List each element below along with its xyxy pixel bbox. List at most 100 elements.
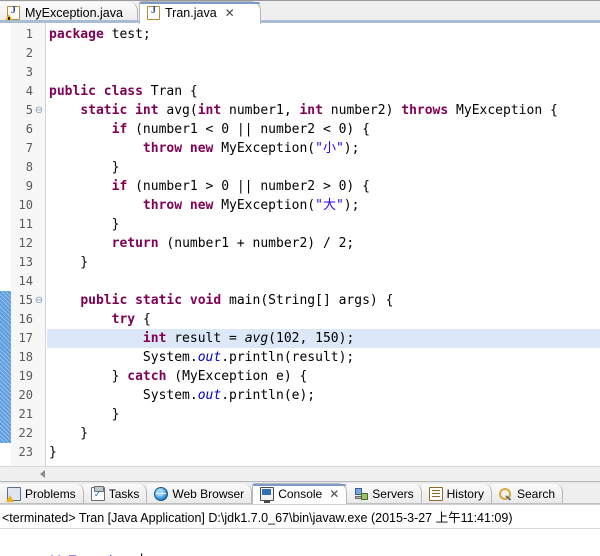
- code-token: catch: [127, 369, 175, 384]
- view-tab-problems[interactable]: Problems: [0, 484, 84, 504]
- line-number: 21: [18, 407, 33, 421]
- console-panel[interactable]: <terminated> Tran [Java Application] D:\…: [0, 504, 600, 556]
- view-tab-label: Console: [278, 487, 323, 501]
- code-token: number2): [330, 103, 402, 118]
- line-number: 5: [25, 103, 33, 117]
- code-line[interactable]: } catch (MyException e) {: [47, 367, 600, 386]
- code-line[interactable]: }: [47, 215, 600, 234]
- line-number: 13: [18, 255, 33, 269]
- code-token: if: [111, 179, 136, 194]
- code-line[interactable]: try {: [47, 310, 600, 329]
- line-number: 10: [18, 198, 33, 212]
- code-line[interactable]: static int avg(int number1, int number2)…: [47, 101, 600, 120]
- fold-collapse-icon[interactable]: ⊖: [34, 291, 44, 310]
- code-token: result =: [174, 331, 245, 346]
- code-line[interactable]: System.out.println(result);: [47, 348, 600, 367]
- line-number: 9: [25, 179, 33, 193]
- code-line[interactable]: [47, 272, 600, 291]
- code-token: .println(result);: [221, 350, 355, 365]
- code-token: );: [343, 141, 360, 156]
- source-code[interactable]: package test; public class Tran { static …: [47, 23, 600, 466]
- code-token: }: [49, 445, 57, 460]
- code-token: MyException(: [221, 198, 316, 213]
- code-token: avg: [244, 331, 269, 346]
- code-line[interactable]: }: [47, 158, 600, 177]
- code-line[interactable]: if (number1 > 0 || number2 > 0) {: [47, 177, 600, 196]
- code-token: "大": [315, 198, 344, 213]
- code-token: test;: [111, 27, 151, 42]
- code-line[interactable]: public static void main(String[] args) {: [47, 291, 600, 310]
- line-number: 1: [25, 27, 33, 41]
- code-token: }: [49, 160, 120, 175]
- code-token: MyException(: [221, 141, 316, 156]
- web-browser-icon: [154, 487, 169, 501]
- view-tab-bar: Problems Tasks Web Browser Console ✕ Servers H…: [0, 483, 600, 504]
- code-line[interactable]: System.out.println(e);: [47, 386, 600, 405]
- code-line[interactable]: }: [47, 405, 600, 424]
- editor-horizontal-scrollbar[interactable]: [0, 466, 600, 481]
- code-line[interactable]: if (number1 < 0 || number2 < 0) {: [47, 120, 600, 139]
- close-icon[interactable]: ✕: [329, 488, 339, 500]
- code-token: Tran {: [150, 84, 198, 99]
- code-token: if: [111, 122, 136, 137]
- code-token: int: [142, 331, 175, 346]
- code-line[interactable]: throw new MyException("大");: [47, 196, 600, 215]
- view-tab-label: Servers: [372, 487, 414, 501]
- code-token: avg(: [166, 103, 198, 118]
- editor-tab-label: MyException.java: [25, 6, 123, 20]
- code-token: (number1 < 0 || number2 < 0) {: [135, 122, 370, 137]
- code-line[interactable]: int result = avg(102, 150);: [47, 329, 600, 348]
- editor-tab-tran[interactable]: Tran.java ✕: [139, 1, 261, 24]
- code-line[interactable]: [47, 44, 600, 63]
- code-line[interactable]: }: [47, 424, 600, 443]
- line-number: 12: [18, 236, 33, 250]
- code-token: System.: [49, 350, 198, 365]
- code-line[interactable]: [47, 63, 600, 82]
- code-line[interactable]: public class Tran {: [47, 82, 600, 101]
- code-token: }: [49, 255, 89, 270]
- code-token: throws: [401, 103, 457, 118]
- code-token: static int: [80, 103, 167, 118]
- code-token: int: [197, 103, 230, 118]
- line-number: 15: [18, 293, 33, 307]
- view-tab-label: History: [446, 487, 484, 501]
- fold-collapse-icon[interactable]: ⊖: [34, 101, 44, 120]
- code-token: "小": [315, 141, 344, 156]
- code-editor[interactable]: 1 2 3 4 5 ⊖ 6 7 8 9 10 11 12 13 14 15 ⊖ 16 17 18 19 20 21 22 23 …: [0, 23, 600, 466]
- view-tab-label: Tasks: [108, 487, 140, 501]
- code-line[interactable]: }: [47, 443, 600, 462]
- line-number: 14: [18, 274, 33, 288]
- line-number-gutter: 1 2 3 4 5 ⊖ 6 7 8 9 10 11 12 13 14 15 ⊖ 16 17 18 19 20 21 22 23: [11, 23, 46, 466]
- line-number: 16: [18, 312, 33, 326]
- code-line[interactable]: package test;: [47, 25, 600, 44]
- code-token: number1,: [229, 103, 300, 118]
- view-tab-search[interactable]: Search: [491, 484, 563, 504]
- code-line[interactable]: return (number1 + number2) / 2;: [47, 234, 600, 253]
- line-number: 23: [18, 445, 33, 459]
- editor-tab-label: Tran.java: [165, 6, 217, 20]
- line-number: 20: [18, 388, 33, 402]
- code-line[interactable]: }: [47, 253, 600, 272]
- java-file-warning-icon: [5, 5, 20, 21]
- line-number: 17: [18, 331, 33, 345]
- code-line[interactable]: throw new MyException("小");: [47, 139, 600, 158]
- view-tab-history[interactable]: History: [421, 484, 492, 504]
- view-tab-servers[interactable]: Servers: [347, 484, 422, 504]
- view-tab-console[interactable]: Console ✕: [252, 483, 348, 504]
- line-number: 19: [18, 369, 33, 383]
- view-tab-web-browser[interactable]: Web Browser: [147, 484, 253, 504]
- code-token: .println(e);: [221, 388, 316, 403]
- view-tab-label: Search: [516, 487, 555, 501]
- view-tab-tasks[interactable]: Tasks: [83, 484, 148, 504]
- code-token: );: [343, 198, 360, 213]
- line-number: 22: [18, 426, 33, 440]
- scroll-left-icon[interactable]: [40, 470, 45, 478]
- code-token: return: [111, 236, 167, 251]
- editor-tab-myexception[interactable]: MyException.java: [0, 2, 138, 24]
- close-icon[interactable]: ✕: [225, 7, 235, 19]
